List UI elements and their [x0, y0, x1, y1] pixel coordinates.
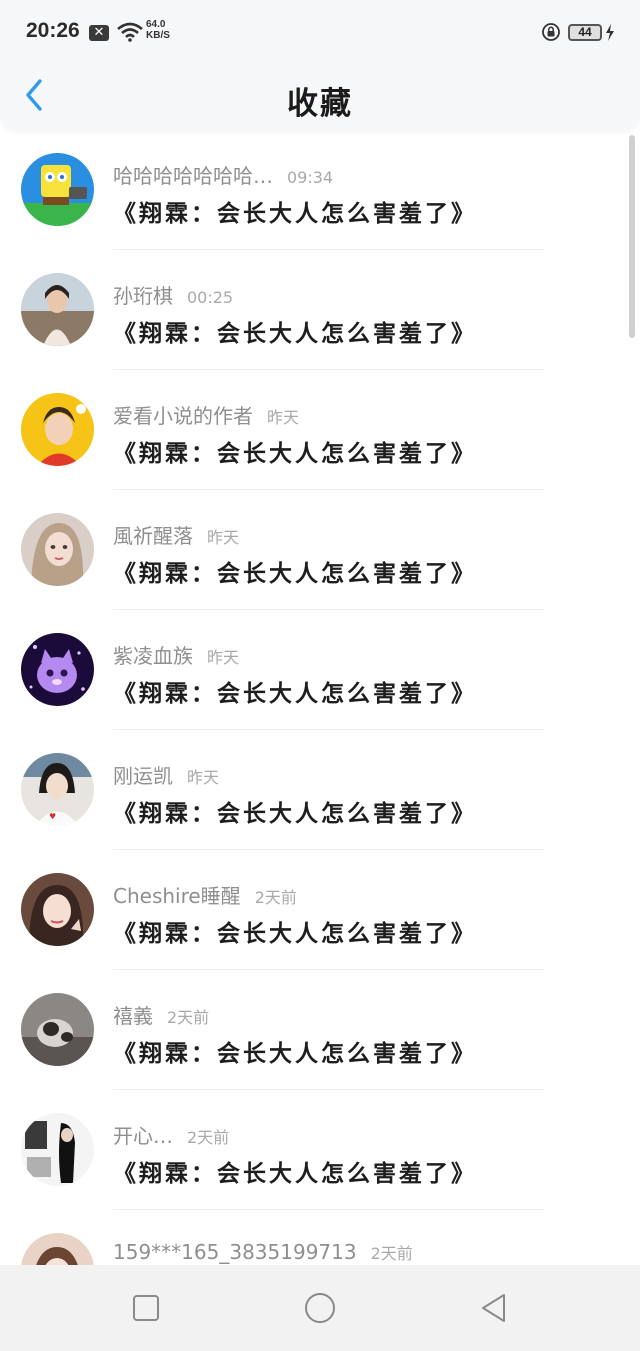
- list-item[interactable]: 159***165_3835199713 2天前: [0, 1210, 640, 1265]
- favorite-title[interactable]: 《翔霖：会长大人怎么害羞了》: [113, 794, 477, 828]
- item-meta: 哈哈哈哈哈哈哈… 09:34: [113, 160, 334, 188]
- item-meta: 爱看小说的作者 昨天: [113, 400, 300, 428]
- timestamp: 昨天: [187, 768, 220, 787]
- timestamp: 昨天: [207, 528, 240, 547]
- list-item[interactable]: ♥ 刚运凯 昨天 《翔霖：会长大人怎么害羞了》: [0, 730, 640, 850]
- avatar[interactable]: [21, 153, 94, 226]
- page-title: 收藏: [287, 86, 353, 122]
- favorite-title[interactable]: 《翔霖：会长大人怎么害羞了》: [113, 554, 477, 588]
- avatar[interactable]: [21, 393, 94, 466]
- network-speed-value: 64.0: [146, 19, 166, 30]
- favorite-title[interactable]: 《翔霖：会长大人怎么害羞了》: [113, 194, 477, 228]
- favorites-screen: 20:26 ✕ 64.0 KB/S 44 收藏 哈哈哈哈哈哈哈… 09:34 《…: [0, 0, 640, 1351]
- user-name[interactable]: 禧義: [113, 1004, 153, 1028]
- system-navigation-bar: [0, 1265, 640, 1351]
- list-item[interactable]: 哈哈哈哈哈哈哈… 09:34 《翔霖：会长大人怎么害羞了》: [0, 130, 640, 250]
- notification-x-icon: ✕: [89, 25, 109, 41]
- timestamp: 2天前: [187, 1128, 230, 1147]
- nav-bar: 收藏: [0, 64, 640, 130]
- home-circle-icon[interactable]: [303, 1291, 337, 1325]
- wifi-icon: [117, 22, 143, 42]
- list-item[interactable]: 孙珩棋 00:25 《翔霖：会长大人怎么害羞了》: [0, 250, 640, 370]
- favorite-title[interactable]: 《翔霖：会长大人怎么害羞了》: [113, 434, 477, 468]
- timestamp: 昨天: [267, 408, 300, 427]
- header: 20:26 ✕ 64.0 KB/S 44 收藏: [0, 0, 640, 130]
- favorite-title[interactable]: 《翔霖：会长大人怎么害羞了》: [113, 314, 477, 348]
- charging-bolt-icon: [606, 24, 614, 41]
- list-item[interactable]: 風祈醒落 昨天 《翔霖：会长大人怎么害羞了》: [0, 490, 640, 610]
- status-time: 20:26: [26, 19, 80, 42]
- favorite-title[interactable]: 《翔霖：会长大人怎么害羞了》: [113, 674, 477, 708]
- avatar[interactable]: [21, 1233, 94, 1265]
- user-name[interactable]: Cheshire睡醒: [113, 884, 241, 908]
- list-item[interactable]: Cheshire睡醒 2天前 《翔霖：会长大人怎么害羞了》: [0, 850, 640, 970]
- timestamp: 09:34: [287, 168, 334, 187]
- list-item[interactable]: 爱看小说的作者 昨天 《翔霖：会长大人怎么害羞了》: [0, 370, 640, 490]
- network-speed: 64.0 KB/S: [146, 19, 170, 41]
- item-meta: 紫凌血族 昨天: [113, 640, 240, 668]
- avatar[interactable]: [21, 633, 94, 706]
- network-speed-unit: KB/S: [146, 30, 170, 41]
- timestamp: 00:25: [187, 288, 234, 307]
- favorite-title[interactable]: 《翔霖：会长大人怎么害羞了》: [113, 1154, 477, 1188]
- user-name[interactable]: 哈哈哈哈哈哈哈…: [113, 164, 273, 188]
- favorite-title[interactable]: 《翔霖：会长大人怎么害羞了》: [113, 1034, 477, 1068]
- timestamp: 昨天: [207, 648, 240, 667]
- battery-icon: 44: [568, 24, 602, 41]
- avatar[interactable]: [21, 873, 94, 946]
- avatar[interactable]: [21, 513, 94, 586]
- svg-text:♥: ♥: [49, 812, 56, 821]
- list-item[interactable]: 开心… 2天前 《翔霖：会长大人怎么害羞了》: [0, 1090, 640, 1210]
- user-name[interactable]: 159***165_3835199713: [113, 1240, 357, 1264]
- item-meta: 風祈醒落 昨天: [113, 520, 240, 548]
- item-meta: 刚运凯 昨天: [113, 760, 220, 788]
- timestamp: 2天前: [167, 1008, 210, 1027]
- avatar[interactable]: [21, 1113, 94, 1186]
- item-meta: Cheshire睡醒 2天前: [113, 880, 297, 908]
- user-name[interactable]: 孙珩棋: [113, 284, 173, 308]
- item-meta: 禧義 2天前: [113, 1000, 210, 1028]
- item-meta: 159***165_3835199713 2天前: [113, 1240, 413, 1265]
- list-item[interactable]: 禧義 2天前 《翔霖：会长大人怎么害羞了》: [0, 970, 640, 1090]
- rotation-lock-icon: [542, 23, 560, 41]
- item-meta: 开心… 2天前: [113, 1120, 230, 1148]
- scrollbar[interactable]: [629, 135, 635, 338]
- timestamp: 2天前: [254, 888, 297, 907]
- list-item[interactable]: 紫凌血族 昨天 《翔霖：会长大人怎么害羞了》: [0, 610, 640, 730]
- user-name[interactable]: 刚运凯: [113, 764, 173, 788]
- status-bar: 20:26 ✕ 64.0 KB/S 44: [0, 0, 640, 64]
- user-name[interactable]: 爱看小说的作者: [113, 404, 253, 428]
- favorites-list[interactable]: 哈哈哈哈哈哈哈… 09:34 《翔霖：会长大人怎么害羞了》 孙珩棋 00:25 《翔…: [0, 130, 640, 1265]
- favorite-title[interactable]: 《翔霖：会长大人怎么害羞了》: [113, 914, 477, 948]
- avatar[interactable]: [21, 993, 94, 1066]
- item-meta: 孙珩棋 00:25: [113, 280, 234, 308]
- user-name[interactable]: 开心…: [113, 1124, 173, 1148]
- user-name[interactable]: 風祈醒落: [113, 524, 193, 548]
- user-name[interactable]: 紫凌血族: [113, 644, 193, 668]
- timestamp: 2天前: [370, 1244, 413, 1263]
- back-triangle-icon[interactable]: [477, 1291, 511, 1325]
- recents-square-icon[interactable]: [129, 1291, 163, 1325]
- avatar[interactable]: [21, 273, 94, 346]
- avatar[interactable]: ♥: [21, 753, 94, 826]
